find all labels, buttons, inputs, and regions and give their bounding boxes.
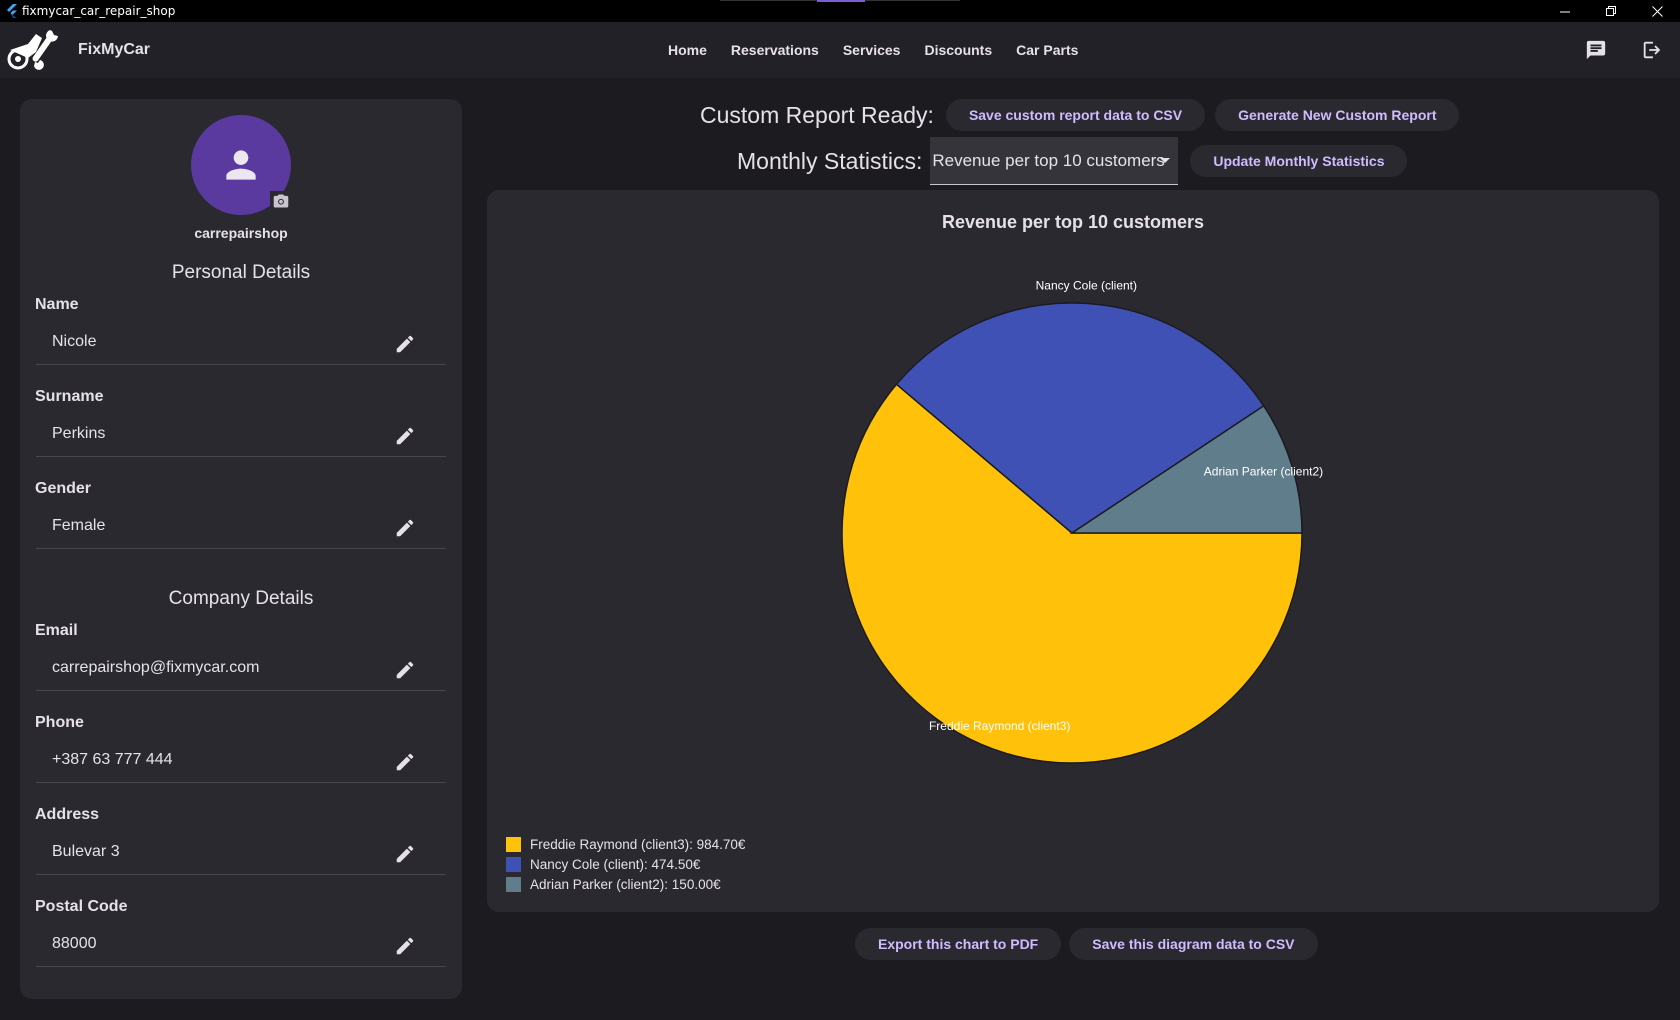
legend-label: Nancy Cole (client): 474.50€ xyxy=(530,856,701,872)
monthly-stats-label: Monthly Statistics: xyxy=(737,147,923,174)
edit-phone-icon[interactable] xyxy=(394,751,416,773)
nav-home[interactable]: Home xyxy=(656,42,719,58)
name-label: Name xyxy=(35,296,79,313)
stats-dropdown[interactable]: Revenue per top 10 customers xyxy=(930,137,1179,185)
name-field: Nicole xyxy=(36,321,446,365)
address-value: Bulevar 3 xyxy=(52,843,120,860)
app-logo-icon xyxy=(7,30,58,70)
app-bar: FixMyCar Home Reservations Services Disc… xyxy=(0,22,1680,78)
generate-custom-report-button[interactable]: Generate New Custom Report xyxy=(1215,99,1460,131)
postal-code-label: Postal Code xyxy=(35,898,128,915)
window-title: fixmycar_car_repair_shop xyxy=(22,4,176,18)
edit-gender-icon[interactable] xyxy=(394,517,416,539)
app-name: FixMyCar xyxy=(78,41,151,58)
surname-value: Perkins xyxy=(52,425,106,442)
address-field: Bulevar 3 xyxy=(36,831,446,875)
nav-discounts[interactable]: Discounts xyxy=(912,42,1004,58)
edit-surname-icon[interactable] xyxy=(394,425,416,447)
chart-actions-row: Export this chart to PDF Save this diagr… xyxy=(849,928,1318,960)
gender-value: Female xyxy=(52,517,106,534)
postal-code-field: 88000 xyxy=(36,923,446,967)
pie-slice-label: Adrian Parker (client2) xyxy=(1204,464,1323,478)
legend-item: Freddie Raymond (client3): 984.70€ xyxy=(506,834,745,854)
chat-icon[interactable] xyxy=(1568,22,1624,78)
personal-details-title: Personal Details xyxy=(171,262,311,283)
edit-email-icon[interactable] xyxy=(394,659,416,681)
email-value: carrepairshop@fixmycar.com xyxy=(52,659,260,676)
save-diagram-csv-button[interactable]: Save this diagram data to CSV xyxy=(1069,928,1318,960)
name-value: Nicole xyxy=(52,333,97,350)
legend-label: Adrian Parker (client2): 150.00€ xyxy=(530,876,721,892)
minimize-icon[interactable] xyxy=(1542,0,1588,22)
edit-address-icon[interactable] xyxy=(394,843,416,865)
profile-card: carrepairshop Personal Details Name Nico… xyxy=(20,99,462,999)
legend-swatch xyxy=(506,876,521,892)
edit-postal-code-icon[interactable] xyxy=(394,935,416,957)
restore-icon[interactable] xyxy=(1588,0,1634,22)
legend-label: Freddie Raymond (client3): 984.70€ xyxy=(530,836,746,852)
title-accent xyxy=(817,0,865,2)
gender-field: Female xyxy=(36,505,446,549)
edit-name-icon[interactable] xyxy=(394,333,416,355)
monthly-stats-row: Monthly Statistics: Revenue per top 10 c… xyxy=(737,137,1408,185)
phone-value: +387 63 777 444 xyxy=(52,751,173,768)
email-label: Email xyxy=(35,622,78,639)
surname-field: Perkins xyxy=(36,413,446,457)
logout-icon[interactable] xyxy=(1624,22,1680,78)
legend-swatch xyxy=(506,856,521,872)
save-custom-report-button[interactable]: Save custom report data to CSV xyxy=(945,99,1206,131)
surname-label: Surname xyxy=(35,388,104,405)
postal-code-value: 88000 xyxy=(52,935,97,952)
legend-swatch xyxy=(506,836,521,852)
pie-slice-label: Freddie Raymond (client3) xyxy=(929,719,1070,733)
nav-reservations[interactable]: Reservations xyxy=(719,42,831,58)
address-label: Address xyxy=(35,806,100,823)
gender-label: Gender xyxy=(35,480,92,497)
stats-dropdown-value: Revenue per top 10 customers xyxy=(932,150,1165,170)
username: carrepairshop xyxy=(194,225,288,241)
legend-item: Adrian Parker (client2): 150.00€ xyxy=(506,874,745,894)
close-icon[interactable] xyxy=(1634,0,1680,22)
email-field: carrepairshop@fixmycar.com xyxy=(36,647,446,691)
nav-services[interactable]: Services xyxy=(831,42,913,58)
export-pdf-button[interactable]: Export this chart to PDF xyxy=(855,928,1062,960)
custom-report-label: Custom Report Ready: xyxy=(700,101,934,128)
chart-legend: Freddie Raymond (client3): 984.70€ Nancy … xyxy=(506,834,745,894)
nav-car-parts[interactable]: Car Parts xyxy=(1004,42,1090,58)
window-title-bar: fixmycar_car_repair_shop xyxy=(0,0,1680,22)
phone-label: Phone xyxy=(35,714,84,731)
legend-item: Nancy Cole (client): 474.50€ xyxy=(506,854,745,874)
update-monthly-stats-button[interactable]: Update Monthly Statistics xyxy=(1190,145,1408,177)
flutter-logo-icon xyxy=(7,4,17,18)
custom-report-row: Custom Report Ready: Save custom report … xyxy=(700,96,1460,134)
pie-chart: Freddie Raymond (client3) Nancy Cole (cli… xyxy=(841,278,1323,764)
pie-slice-label: Nancy Cole (client) xyxy=(1036,278,1137,292)
chart-card: Revenue per top 10 customers Freddie Ray… xyxy=(487,190,1659,912)
camera-icon[interactable] xyxy=(270,191,292,211)
company-details-title: Company Details xyxy=(168,588,314,609)
person-icon xyxy=(226,150,256,180)
main-nav: Home Reservations Services Discounts Car… xyxy=(656,22,1090,78)
phone-field: +387 63 777 444 xyxy=(36,739,446,783)
dropdown-caret-icon xyxy=(1160,158,1171,163)
